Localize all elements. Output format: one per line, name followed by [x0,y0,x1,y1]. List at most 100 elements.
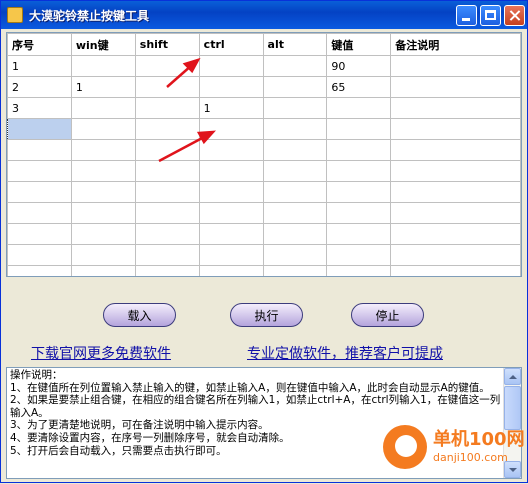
table-cell[interactable] [7,223,72,245]
table-cell[interactable]: 1 [198,97,264,119]
table-cell[interactable] [70,223,136,245]
table-cell[interactable] [70,118,136,140]
table-cell[interactable] [326,202,392,224]
table-cell[interactable] [390,160,521,182]
table-cell[interactable] [198,160,264,182]
table-cell[interactable] [326,223,392,245]
table-cell[interactable] [390,55,521,77]
table-cell[interactable] [134,118,200,140]
table-cell[interactable] [134,97,200,119]
table-row: 31 [7,97,521,119]
table-cell[interactable] [7,160,72,182]
table-cell[interactable] [326,97,392,119]
table-cell[interactable] [7,139,72,161]
run-button[interactable]: 执行 [230,303,303,327]
table-cell[interactable] [7,265,72,276]
table-cell[interactable] [262,76,328,98]
table-cell[interactable] [262,265,328,276]
table-cell[interactable] [390,97,521,119]
table-cell[interactable] [390,181,521,203]
table-cell[interactable] [326,139,392,161]
download-link[interactable]: 下载官网更多免费软件 [31,343,171,363]
column-header[interactable]: shift [134,33,200,56]
table-cell[interactable] [262,181,328,203]
table-cell[interactable] [198,202,264,224]
table-cell[interactable] [262,202,328,224]
table-cell[interactable] [70,139,136,161]
table-cell[interactable] [198,118,264,140]
table-cell[interactable] [262,223,328,245]
table-cell[interactable] [134,160,200,182]
table-cell[interactable] [134,181,200,203]
instruction-line: 2、如果是要禁止组合键，在相应的组合键名所在列输入1，如禁止ctrl+A，在ct… [10,394,501,419]
watermark-brand: 单机100网 [433,429,525,450]
table-cell[interactable] [198,76,264,98]
table-cell[interactable] [262,97,328,119]
table-cell[interactable] [198,181,264,203]
table-cell[interactable] [390,76,521,98]
table-cell[interactable] [70,160,136,182]
table-cell[interactable] [134,223,200,245]
table-cell[interactable] [390,202,521,224]
table-cell[interactable] [134,244,200,266]
table-cell[interactable] [262,244,328,266]
table-cell[interactable] [198,223,264,245]
table-cell[interactable]: 2 [7,76,72,98]
table-cell[interactable] [70,265,136,276]
table-cell[interactable] [262,160,328,182]
close-button[interactable] [504,5,525,26]
table-cell[interactable] [134,265,200,276]
custom-software-link[interactable]: 专业定做软件，推荐客户可提成 [247,343,443,363]
table-cell[interactable] [262,139,328,161]
table-cell[interactable] [390,265,521,276]
table-cell[interactable]: 1 [7,55,72,77]
table-cell[interactable] [390,118,521,140]
table-cell[interactable] [326,265,392,276]
maximize-button[interactable] [480,5,501,26]
column-header[interactable]: 序号 [7,33,72,56]
column-header[interactable]: ctrl [198,33,264,56]
table-cell[interactable] [198,55,264,77]
table-cell[interactable]: 1 [70,76,136,98]
table-cell[interactable] [198,139,264,161]
table-cell[interactable]: 3 [7,97,72,119]
table-cell[interactable] [7,181,72,203]
column-header[interactable]: win键 [70,33,136,56]
table-cell[interactable] [262,55,328,77]
table-cell[interactable] [390,139,521,161]
stop-button[interactable]: 停止 [351,303,424,327]
instruction-line: 操作说明： [10,369,63,381]
column-header[interactable]: alt [262,33,328,56]
load-button[interactable]: 载入 [103,303,176,327]
watermark-logo-inner-icon [395,435,417,457]
table-cell[interactable] [326,244,392,266]
column-header[interactable]: 备注说明 [390,33,521,56]
table-cell[interactable] [134,76,200,98]
title-bar[interactable]: 大漠驼铃禁止按键工具 [1,1,527,29]
table-cell[interactable] [198,244,264,266]
table-cell[interactable] [390,223,521,245]
table-cell[interactable] [326,160,392,182]
table-cell[interactable] [70,244,136,266]
table-cell[interactable] [70,181,136,203]
table-cell[interactable]: 90 [326,55,392,77]
table-cell[interactable] [70,55,136,77]
table-cell[interactable] [198,265,264,276]
table-cell[interactable] [7,244,72,266]
table-cell[interactable] [326,118,392,140]
table-cell[interactable] [134,55,200,77]
table-cell[interactable] [70,202,136,224]
table-cell[interactable] [134,139,200,161]
scroll-up-icon[interactable] [504,368,521,385]
table-cell[interactable] [7,202,72,224]
column-header[interactable]: 键值 [326,33,392,56]
table-cell[interactable] [326,181,392,203]
minimize-button[interactable] [456,5,477,26]
table-cell[interactable] [70,97,136,119]
table-cell[interactable] [7,118,72,140]
table-cell[interactable] [262,118,328,140]
table-row [7,139,521,161]
table-cell[interactable] [134,202,200,224]
table-cell[interactable]: 65 [326,76,392,98]
table-cell[interactable] [390,244,521,266]
